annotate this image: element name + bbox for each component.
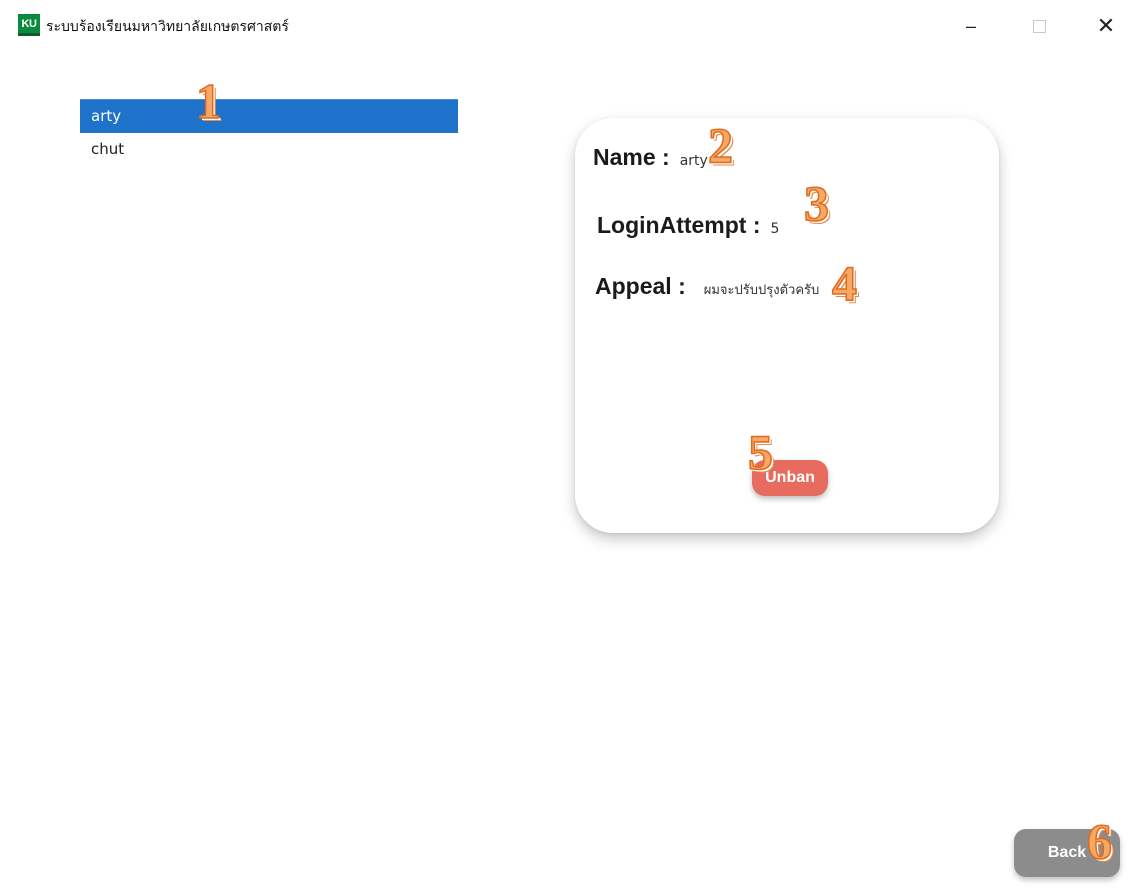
annotation-marker-5: 5	[747, 424, 774, 480]
login-attempt-label: LoginAttempt :	[597, 212, 761, 238]
close-button[interactable]: ✕	[1083, 10, 1128, 42]
annotation-marker-4: 4	[831, 255, 858, 311]
appeal-value: ผมจะปรับปรุงตัวครับ	[703, 283, 820, 298]
name-value: arty	[679, 153, 708, 169]
list-item-arty[interactable]: arty	[80, 99, 458, 133]
maximize-button[interactable]	[1016, 10, 1062, 42]
window-title: ระบบร้องเรียนมหาวิทยาลัยเกษตรศาสตร์	[46, 19, 289, 35]
annotation-marker-6: 6	[1086, 813, 1113, 869]
appeal-row: Appeal : ผมจะปรับปรุงตัวครับ	[595, 273, 819, 300]
login-attempt-row: LoginAttempt : 5	[597, 212, 779, 239]
maximize-icon	[1032, 19, 1046, 33]
title-bar: KU ระบบร้องเรียนมหาวิทยาลัยเกษตรศาสตร์ –…	[0, 0, 1128, 52]
name-row: Name : arty	[593, 144, 708, 171]
ku-logo-icon: KU	[18, 14, 40, 36]
list-item-chut[interactable]: chut	[80, 133, 458, 166]
name-label: Name :	[593, 144, 670, 170]
annotation-marker-2: 2	[707, 117, 734, 173]
login-attempt-value: 5	[770, 221, 780, 237]
annotation-marker-1: 1	[195, 73, 222, 129]
annotation-marker-3: 3	[803, 175, 830, 231]
appeal-label: Appeal :	[595, 273, 686, 299]
minimize-button[interactable]: –	[948, 10, 994, 42]
user-list[interactable]: arty chut	[80, 99, 458, 179]
